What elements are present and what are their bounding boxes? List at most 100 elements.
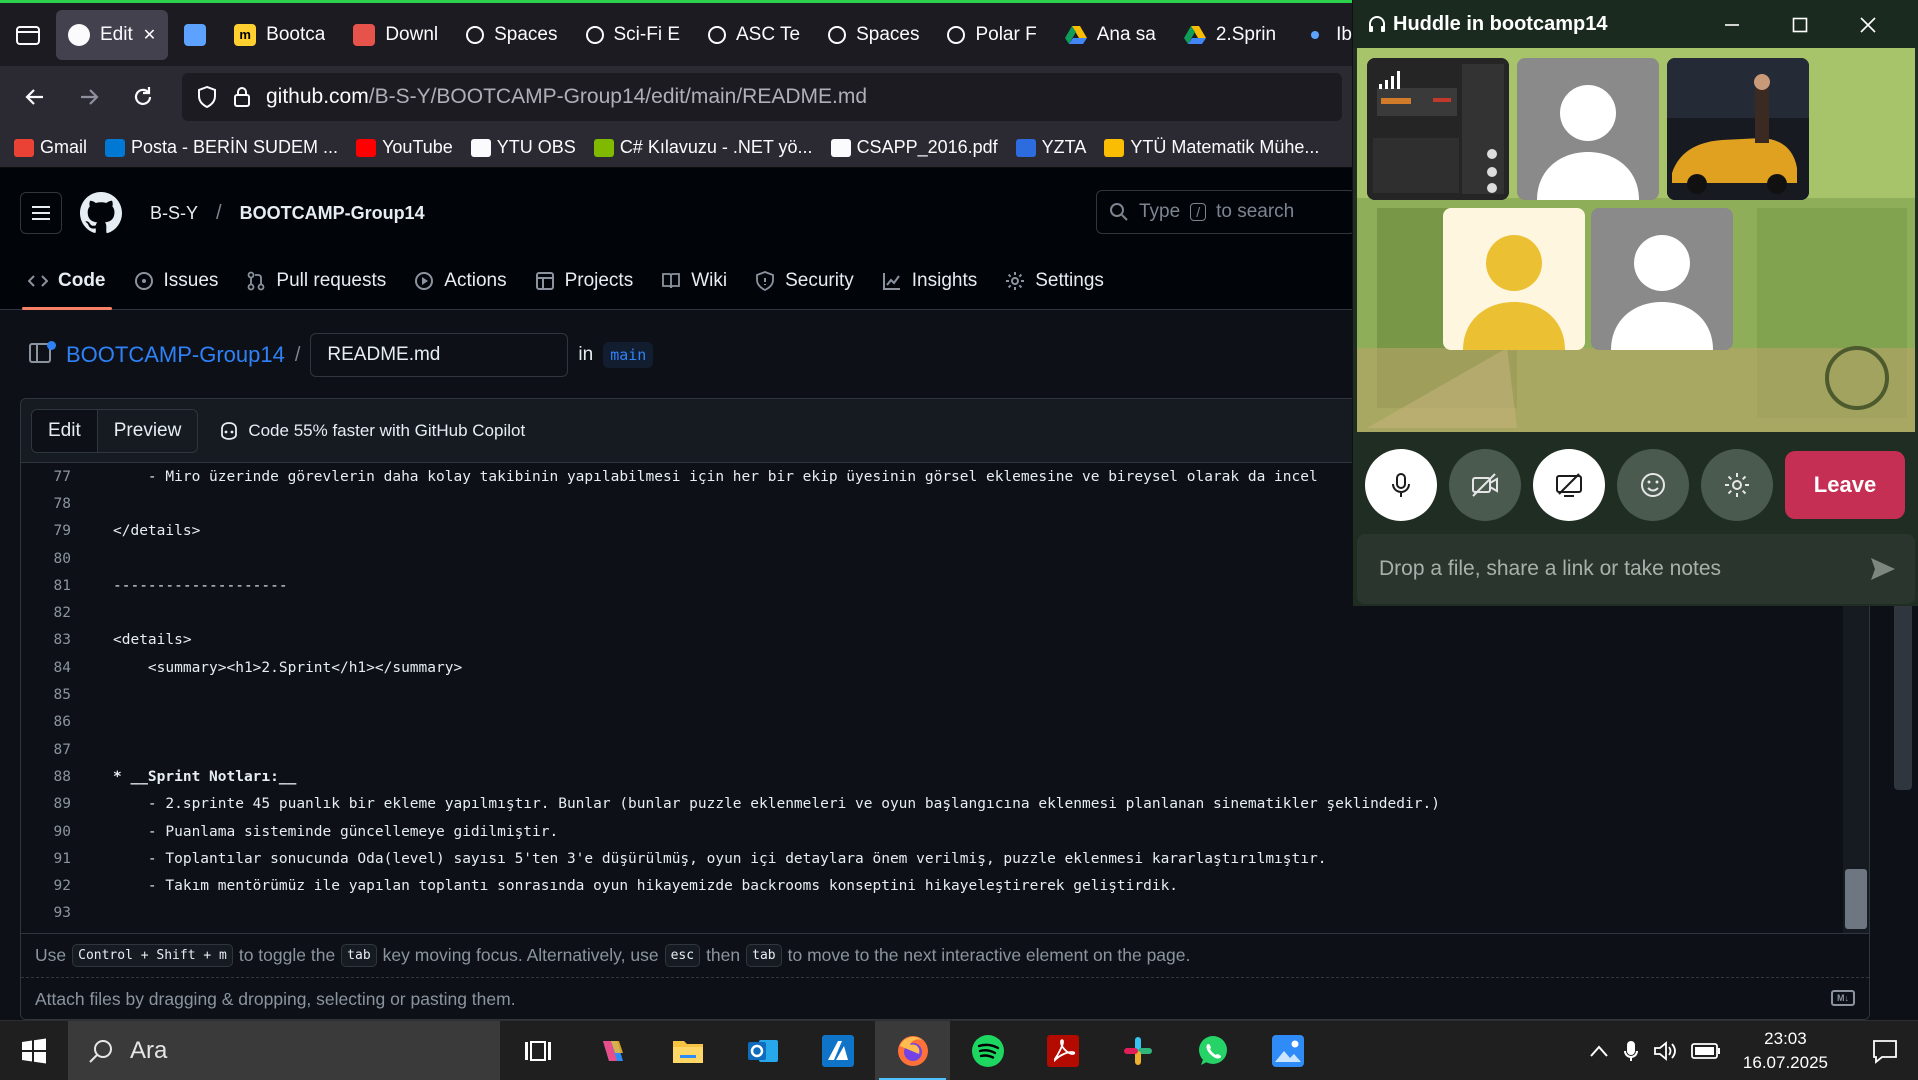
tab-edit[interactable]: Edit bbox=[32, 409, 98, 452]
menu-button[interactable] bbox=[20, 192, 62, 234]
filename-input[interactable]: README.md bbox=[310, 333, 569, 377]
markdown-icon[interactable]: M↓ bbox=[1831, 990, 1855, 1006]
attach-files-area[interactable]: Attach files by dragging & dropping, sel… bbox=[21, 977, 1869, 1019]
page-scrollbar[interactable] bbox=[1890, 600, 1918, 1020]
breadcrumb-owner[interactable]: B-S-Y bbox=[150, 203, 198, 224]
github-logo-icon[interactable] bbox=[80, 192, 122, 234]
acrobat-app[interactable] bbox=[1025, 1021, 1100, 1080]
gear-icon bbox=[1725, 473, 1749, 497]
kbd-toggle-shortcut: Control + Shift + m bbox=[72, 944, 233, 967]
hint-text-end: to move to the next interactive element … bbox=[787, 945, 1191, 965]
leave-button[interactable]: Leave bbox=[1785, 451, 1905, 519]
browser-tab-4[interactable]: Spaces bbox=[454, 10, 569, 60]
back-button[interactable] bbox=[8, 70, 62, 124]
maximize-button[interactable] bbox=[1785, 10, 1815, 40]
whatsapp-app[interactable] bbox=[1175, 1021, 1250, 1080]
browser-tab-2[interactable]: m Bootca bbox=[222, 10, 337, 60]
taskbar-clock[interactable]: 23:03 16.07.2025 bbox=[1743, 1027, 1828, 1075]
settings-button[interactable] bbox=[1701, 449, 1773, 521]
bookmark-item[interactable]: C# Kılavuzu - .NET yö... bbox=[593, 137, 813, 158]
whatsapp-icon bbox=[1198, 1035, 1227, 1065]
browser-tab-0[interactable]: Edit ✕ bbox=[56, 9, 169, 60]
video-off-button[interactable] bbox=[1449, 449, 1521, 521]
participant-tile-2[interactable] bbox=[1517, 58, 1659, 200]
tab-projects[interactable]: Projects bbox=[535, 258, 633, 310]
forward-button[interactable] bbox=[62, 70, 116, 124]
send-icon[interactable] bbox=[1869, 556, 1897, 582]
participant-tile-4[interactable] bbox=[1443, 208, 1585, 350]
tab-code[interactable]: Code bbox=[22, 258, 111, 310]
browser-tab-6[interactable]: ASC Te bbox=[696, 10, 812, 60]
volume-icon[interactable] bbox=[1653, 1040, 1677, 1062]
repo-link[interactable]: BOOTCAMP-Group14 bbox=[66, 342, 285, 368]
browser-tab-8[interactable]: Polar F bbox=[935, 10, 1048, 60]
bookmark-item[interactable]: YZTA bbox=[1015, 137, 1086, 158]
bookmark-item[interactable]: CSAPP_2016.pdf bbox=[830, 137, 998, 158]
taskbar-search[interactable]: Ara bbox=[68, 1020, 500, 1080]
tab-settings[interactable]: Settings bbox=[1005, 258, 1104, 310]
blank-blue-icon bbox=[184, 23, 207, 46]
start-button[interactable] bbox=[0, 1021, 68, 1080]
outlook-app[interactable] bbox=[725, 1021, 800, 1080]
search-input[interactable]: Type / to search bbox=[1096, 190, 1356, 234]
huddle-notes-input[interactable]: Drop a file, share a link or take notes bbox=[1357, 534, 1915, 604]
tab-insights[interactable]: Insights bbox=[882, 258, 977, 310]
minimize-button[interactable] bbox=[1717, 10, 1747, 40]
bookmark-item[interactable]: YTÜ Matematik Mühe... bbox=[1104, 137, 1319, 158]
tab-wiki[interactable]: Wiki bbox=[661, 258, 727, 310]
browser-tab-9[interactable]: Ana sa bbox=[1053, 10, 1168, 60]
bookmark-item[interactable]: YTU OBS bbox=[470, 137, 576, 158]
firefox-view-button[interactable] bbox=[0, 3, 56, 66]
file-explorer-app[interactable] bbox=[650, 1021, 725, 1080]
battery-icon[interactable] bbox=[1691, 1042, 1721, 1060]
file-tree-toggle-button[interactable] bbox=[28, 341, 56, 369]
tab-pull-requests[interactable]: Pull requests bbox=[246, 258, 386, 310]
reactions-button[interactable] bbox=[1617, 449, 1689, 521]
copilot-promo[interactable]: Code 55% faster with GitHub Copilot bbox=[218, 421, 525, 441]
participant-tile-screenshare[interactable] bbox=[1367, 58, 1509, 200]
microphone-button[interactable] bbox=[1365, 449, 1437, 521]
browser-tab-5[interactable]: Sci-Fi E bbox=[574, 10, 693, 60]
browser-tab-10[interactable]: 2.Sprin bbox=[1172, 10, 1288, 60]
browser-tab-7[interactable]: Spaces bbox=[816, 10, 931, 60]
link-icon bbox=[585, 25, 604, 44]
spotify-app[interactable] bbox=[950, 1021, 1025, 1080]
tab-issues[interactable]: Issues bbox=[134, 258, 219, 310]
bookmark-favicon-icon bbox=[105, 138, 126, 157]
slack-app[interactable] bbox=[1100, 1021, 1175, 1080]
participant-tile-3[interactable] bbox=[1667, 58, 1809, 200]
bookmark-label: Gmail bbox=[40, 137, 88, 157]
bookmark-item[interactable]: Posta - BERİN SUDEM ... bbox=[105, 137, 338, 158]
notification-center-icon[interactable] bbox=[1872, 1038, 1898, 1064]
tab-actions[interactable]: Actions bbox=[414, 258, 507, 310]
microphone-tray-icon[interactable] bbox=[1623, 1039, 1639, 1063]
bookmark-item[interactable]: Gmail bbox=[14, 137, 87, 158]
browser-tab-3[interactable]: Downl bbox=[341, 10, 450, 60]
url-bar[interactable]: github.com/B-S-Y/BOOTCAMP-Group14/edit/m… bbox=[182, 73, 1342, 121]
firefox-app[interactable] bbox=[875, 1020, 950, 1080]
copilot-app[interactable] bbox=[575, 1021, 650, 1080]
avatar-photo-car bbox=[1667, 58, 1809, 200]
editor-scrollbar-thumb[interactable] bbox=[1845, 869, 1867, 929]
task-view-button[interactable] bbox=[500, 1021, 575, 1080]
tab-security[interactable]: Security bbox=[755, 258, 854, 310]
table-icon bbox=[535, 272, 554, 290]
reload-button[interactable] bbox=[116, 70, 170, 124]
browser-tab-label: Ana sa bbox=[1096, 23, 1156, 45]
breadcrumb-repo[interactable]: BOOTCAMP-Group14 bbox=[240, 203, 425, 224]
browser-tab-label: Edit bbox=[100, 23, 133, 45]
photos-app[interactable] bbox=[1250, 1021, 1325, 1080]
participant-tile-5[interactable] bbox=[1591, 208, 1733, 350]
tab-label: Issues bbox=[163, 270, 219, 291]
screen-share-button[interactable] bbox=[1533, 449, 1605, 521]
browser-tab-1[interactable] bbox=[172, 10, 218, 60]
close-tab-icon[interactable]: ✕ bbox=[143, 25, 156, 45]
tab-preview[interactable]: Preview bbox=[97, 409, 198, 452]
azure-data-studio-app[interactable] bbox=[800, 1021, 875, 1080]
chevron-up-icon[interactable] bbox=[1589, 1044, 1609, 1058]
bookmark-item[interactable]: YouTube bbox=[356, 137, 453, 158]
line-text: - Puanlama sisteminde güncellemeye gidil… bbox=[113, 823, 559, 840]
page-scrollbar-thumb[interactable] bbox=[1894, 600, 1912, 790]
line-text: - Miro üzerinde görevlerin daha kolay ta… bbox=[113, 468, 1318, 485]
close-button[interactable] bbox=[1853, 10, 1883, 40]
